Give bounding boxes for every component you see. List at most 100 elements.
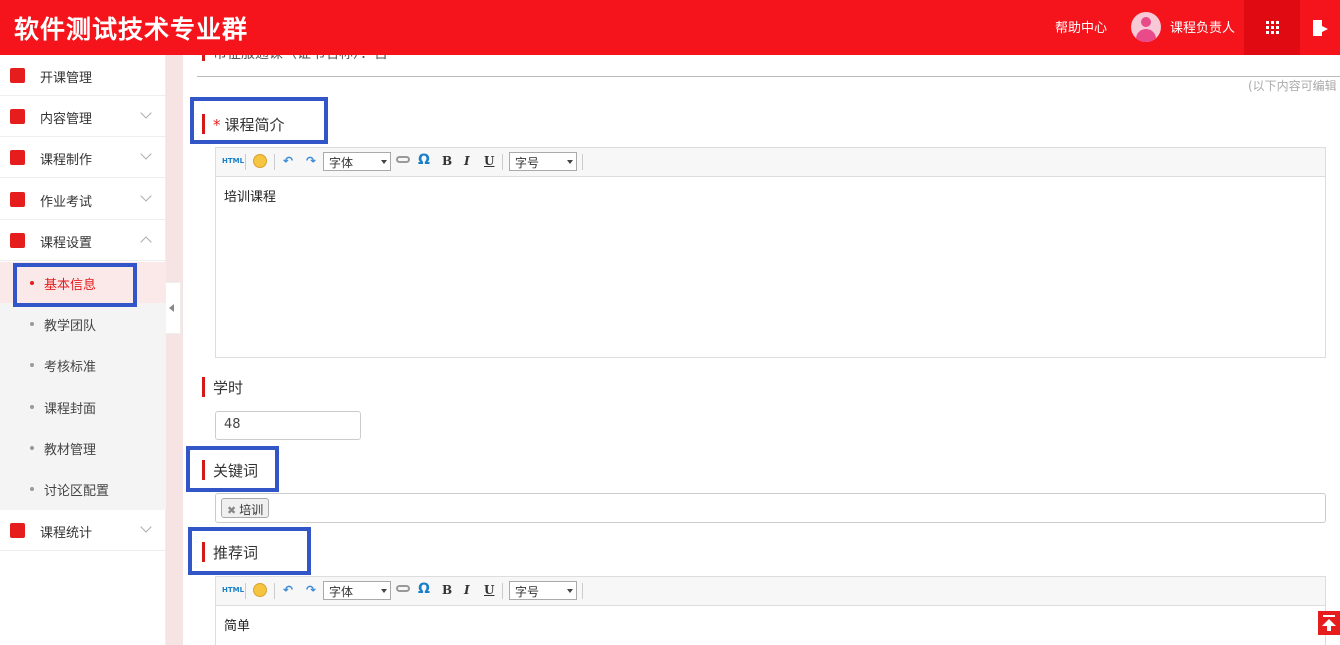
undo-icon[interactable]: ↶ <box>283 154 293 168</box>
bullet-icon <box>30 405 34 409</box>
submenu-item-discussion[interactable]: 讨论区配置 <box>0 468 166 509</box>
field-marker <box>202 55 205 61</box>
font-family-select[interactable]: 字体 <box>323 581 391 600</box>
submenu-label: 教材管理 <box>44 443 97 458</box>
chevron-down-icon <box>140 148 152 160</box>
submenu-label: 讨论区配置 <box>44 484 110 499</box>
bullet-icon <box>30 446 34 450</box>
sidebar-item-exam[interactable]: 作业考试 <box>0 179 166 220</box>
recommend-editor: HTML ↶ ↷ 字体 Ω B I U 字号 简单 <box>215 576 1326 645</box>
link-icon[interactable] <box>396 156 410 163</box>
underline-button[interactable]: U <box>484 154 494 168</box>
bold-button[interactable]: B <box>442 583 452 597</box>
logout-button[interactable] <box>1300 0 1340 55</box>
cube-icon <box>10 109 25 124</box>
submenu-label: 课程封面 <box>44 402 97 417</box>
user-role-name[interactable]: 课程负责人 <box>1170 17 1235 36</box>
highlight-box <box>186 446 279 492</box>
highlight-box <box>190 97 328 144</box>
editor-toolbar: HTML ↶ ↷ 字体 Ω B I U 字号 <box>216 148 1325 177</box>
chevron-down-icon <box>140 521 152 533</box>
hours-input[interactable]: 48 <box>215 411 361 440</box>
document-icon <box>10 523 25 538</box>
bullet-icon <box>30 363 34 367</box>
editable-note: (以下内容可编辑 <box>1248 79 1337 93</box>
special-char-button[interactable]: Ω <box>418 152 430 168</box>
submenu-item-team[interactable]: 教学团队 <box>0 303 166 344</box>
chevron-left-icon <box>169 304 174 312</box>
dropdown-arrow-icon <box>381 160 387 164</box>
sidebar-item-course-open[interactable]: 开课管理 <box>0 55 166 96</box>
certificate-field-label: 市征服通课（证书名称）：否 <box>213 55 388 63</box>
redo-icon[interactable]: ↷ <box>306 583 316 597</box>
underline-button[interactable]: U <box>484 583 494 597</box>
keyword-tag-label: 培训 <box>239 503 264 517</box>
highlight-box <box>188 527 311 575</box>
sidebar-item-production[interactable]: 课程制作 <box>0 137 166 178</box>
highlight-box <box>13 263 137 307</box>
submenu-item-cover[interactable]: 课程封面 <box>0 386 166 427</box>
sidebar-item-label: 作业考试 <box>40 195 93 210</box>
dropdown-arrow-icon <box>567 160 573 164</box>
font-family-select[interactable]: 字体 <box>323 152 391 171</box>
intro-editor-content[interactable]: 培训课程 <box>224 186 276 205</box>
undo-icon[interactable]: ↶ <box>283 583 293 597</box>
dropdown-arrow-icon <box>567 589 573 593</box>
font-size-value: 字号 <box>515 585 540 599</box>
grid-icon <box>1265 21 1279 34</box>
sidebar-item-label: 课程制作 <box>40 153 93 168</box>
exam-icon <box>10 192 25 207</box>
back-to-top-button[interactable] <box>1318 611 1340 635</box>
html-source-button[interactable]: HTML <box>222 157 244 165</box>
help-center-link[interactable]: 帮助中心 <box>1055 17 1107 36</box>
top-header: 软件测试技术专业群 帮助中心 课程负责人 <box>0 0 1340 55</box>
bullet-icon <box>30 322 34 326</box>
bullet-icon <box>30 487 34 491</box>
avatar[interactable] <box>1131 12 1161 42</box>
font-size-select[interactable]: 字号 <box>509 581 577 600</box>
speaker-book-icon <box>10 68 25 83</box>
submenu-item-assessment[interactable]: 考核标准 <box>0 344 166 385</box>
dropdown-arrow-icon <box>381 589 387 593</box>
font-family-value: 字体 <box>329 585 354 599</box>
font-size-select[interactable]: 字号 <box>509 152 577 171</box>
special-char-button[interactable]: Ω <box>418 581 430 597</box>
sidebar: 开课管理 内容管理 课程制作 作业考试 课程设置 基本信息 教学团队 考核标准 <box>0 55 166 645</box>
intro-editor: HTML ↶ ↷ 字体 Ω B I U 字号 培训课程 <box>215 147 1326 358</box>
font-size-value: 字号 <box>515 156 540 170</box>
emoji-icon[interactable] <box>253 154 267 168</box>
hours-label: 学时 <box>213 379 244 397</box>
font-family-value: 字体 <box>329 156 354 170</box>
italic-button[interactable]: I <box>464 154 470 168</box>
submenu-label: 考核标准 <box>44 360 97 375</box>
link-icon[interactable] <box>396 585 410 592</box>
collapse-strip <box>166 55 183 645</box>
emoji-icon[interactable] <box>253 583 267 597</box>
sidebar-item-content[interactable]: 内容管理 <box>0 96 166 137</box>
remove-tag-icon[interactable]: ✖ <box>227 504 236 517</box>
keyword-tag: ✖ 培训 <box>221 498 270 518</box>
apps-button[interactable] <box>1244 0 1300 55</box>
editor-toolbar: HTML ↶ ↷ 字体 Ω B I U 字号 <box>216 577 1325 606</box>
edit-icon <box>10 150 25 165</box>
submenu-item-textbook[interactable]: 教材管理 <box>0 427 166 468</box>
brand-title: 软件测试技术专业群 <box>14 15 249 44</box>
sidebar-item-label: 课程统计 <box>40 526 93 541</box>
sidebar-collapse-toggle[interactable] <box>166 282 181 334</box>
document-icon <box>10 233 25 248</box>
field-marker <box>202 377 205 397</box>
bold-button[interactable]: B <box>442 154 452 168</box>
sidebar-item-label: 内容管理 <box>40 112 93 127</box>
sidebar-item-statistics[interactable]: 课程统计 <box>0 510 166 551</box>
italic-button[interactable]: I <box>464 583 470 597</box>
keywords-input[interactable]: ✖ 培训 <box>215 493 1326 523</box>
main-content: 市征服通课（证书名称）：否 (以下内容可编辑 *课程简介 HTML ↶ ↷ 字体… <box>183 55 1340 645</box>
divider <box>197 76 1340 77</box>
logout-icon <box>1313 19 1328 36</box>
sidebar-item-label: 开课管理 <box>40 71 93 86</box>
recommend-editor-content[interactable]: 简单 <box>224 615 250 634</box>
html-source-button[interactable]: HTML <box>222 586 244 594</box>
redo-icon[interactable]: ↷ <box>306 154 316 168</box>
sidebar-item-settings[interactable]: 课程设置 <box>0 220 166 261</box>
chevron-up-icon <box>140 236 152 248</box>
